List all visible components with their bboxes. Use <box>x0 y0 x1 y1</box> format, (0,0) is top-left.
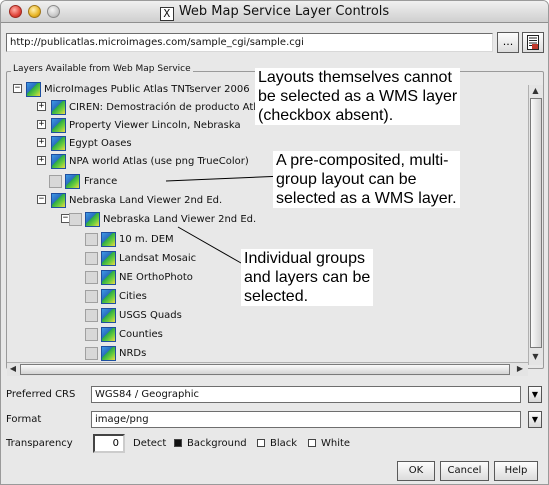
white-option-label: White <box>321 438 351 449</box>
crs-label: Preferred CRS <box>6 389 76 400</box>
callout-individual-groups: Individual groups and layers can be sele… <box>241 249 374 306</box>
background-option-label: Background <box>187 438 247 449</box>
leader-individual <box>177 226 242 264</box>
ok-button[interactable]: OK <box>397 461 435 481</box>
transparency-label: Transparency <box>6 438 73 449</box>
black-option-label: Black <box>270 438 298 449</box>
wms-layer-controls-window: X Web Map Service Layer Controls http://p… <box>0 0 549 485</box>
crs-dropdown-arrow-icon[interactable]: ▼ <box>528 386 542 403</box>
help-button[interactable]: Help <box>494 461 538 481</box>
background-checkbox[interactable]: Background <box>174 438 247 449</box>
callout-layouts-not-selectable: Layouts themselves cannot be selected as… <box>255 68 461 125</box>
crs-select[interactable]: WGS84 / Geographic <box>91 386 521 403</box>
checkbox-unchecked-icon <box>308 439 316 447</box>
callout-precomposited: A pre-composited, multi- group layout ca… <box>273 151 460 208</box>
leader-france <box>165 175 285 182</box>
callout-line: Layouts themselves cannot be selected as… <box>258 69 458 124</box>
checkbox-checked-icon <box>174 439 182 447</box>
callout-line: Individual groups and layers can be sele… <box>244 250 371 305</box>
black-checkbox[interactable]: Black <box>257 438 297 449</box>
callout-line: A pre-composited, multi- group layout ca… <box>276 152 457 207</box>
checkbox-unchecked-icon <box>257 439 265 447</box>
format-label: Format <box>6 414 42 425</box>
transparency-input[interactable]: 0 <box>93 434 125 453</box>
detect-label: Detect <box>133 438 167 449</box>
format-dropdown-arrow-icon[interactable]: ▼ <box>528 411 542 428</box>
format-select[interactable]: image/png <box>91 411 521 428</box>
white-checkbox[interactable]: White <box>308 438 350 449</box>
cancel-button[interactable]: Cancel <box>440 461 489 481</box>
